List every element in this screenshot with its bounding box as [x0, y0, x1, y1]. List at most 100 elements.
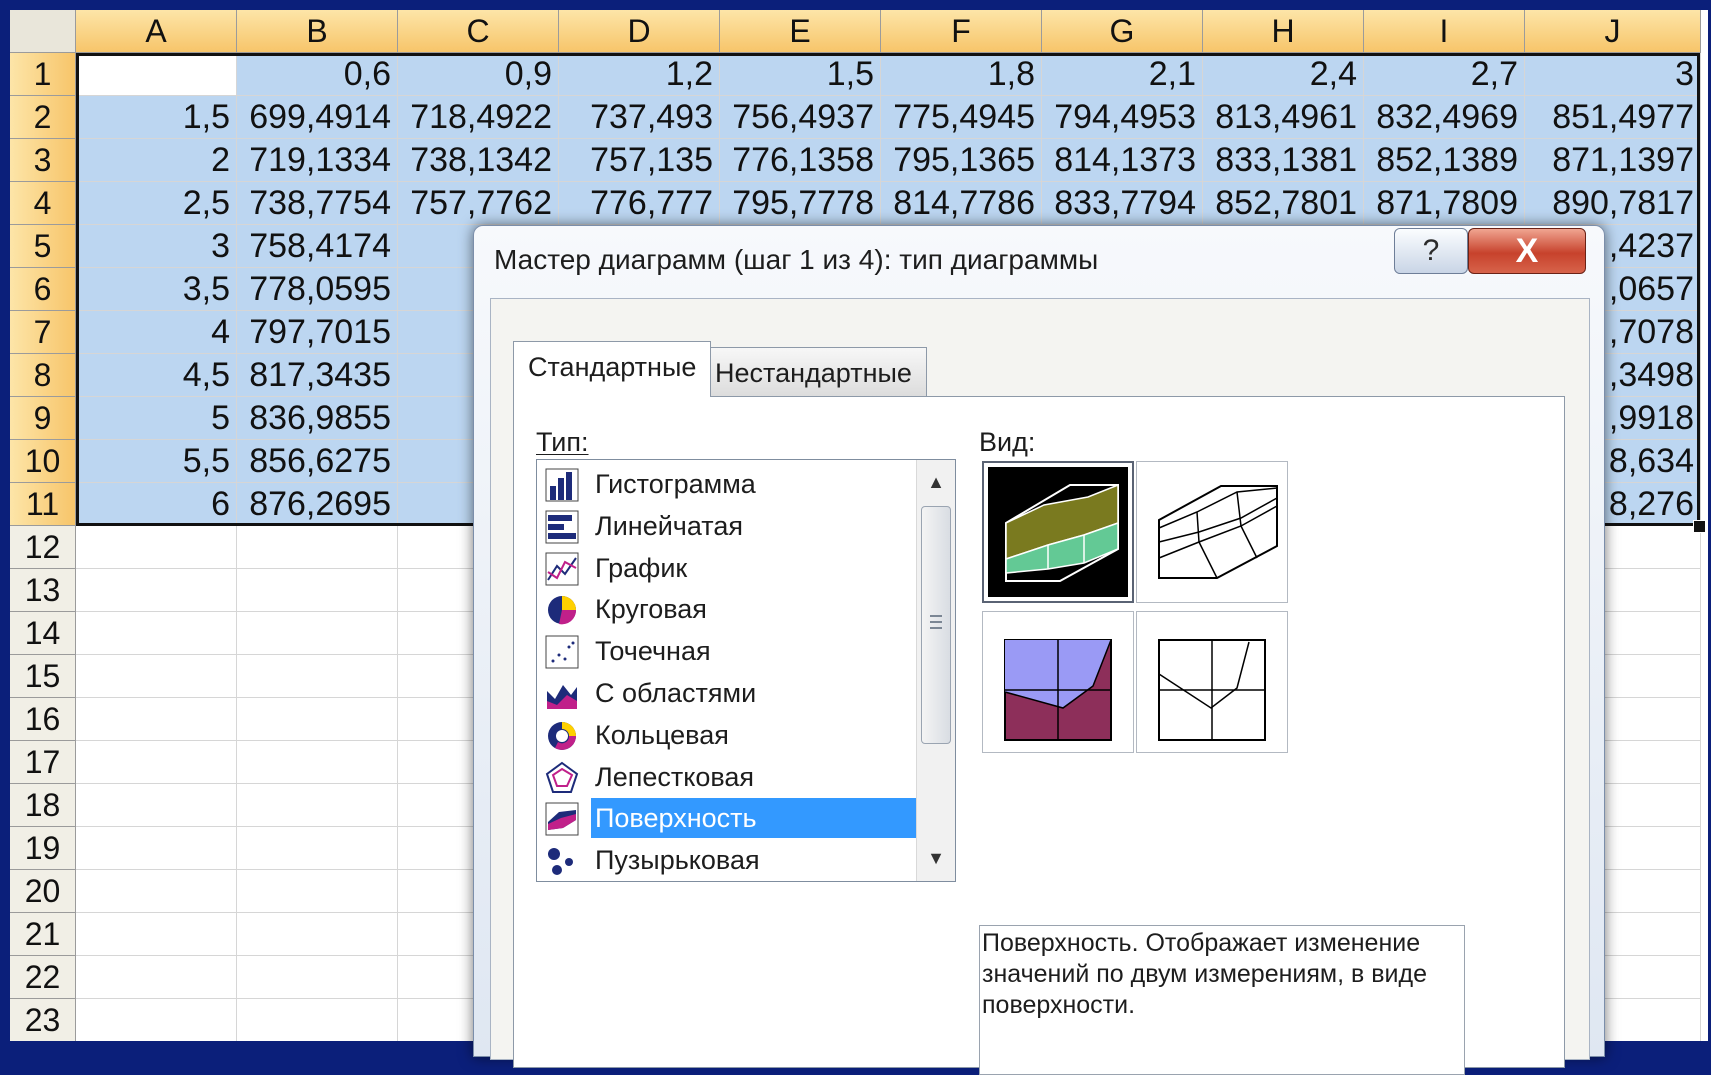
scroll-up-arrow-icon[interactable]: ▲: [917, 464, 955, 500]
cell-b16[interactable]: [237, 698, 398, 741]
cell-b7[interactable]: 797,7015: [237, 311, 398, 354]
cell-b2[interactable]: 699,4914: [237, 96, 398, 139]
cell-d2[interactable]: 737,493: [559, 96, 720, 139]
cell-b8[interactable]: 817,3435: [237, 354, 398, 397]
cell-a14[interactable]: [76, 612, 237, 655]
row-header-15[interactable]: 15: [10, 655, 76, 698]
chart-type-item[interactable]: График: [541, 548, 913, 588]
row-header-9[interactable]: 9: [10, 397, 76, 440]
cell-a17[interactable]: [76, 741, 237, 784]
cell-g4[interactable]: 833,7794: [1042, 182, 1203, 225]
cell-a12[interactable]: [76, 526, 237, 569]
cell-a6[interactable]: 3,5: [76, 268, 237, 311]
cell-a2[interactable]: 1,5: [76, 96, 237, 139]
column-header-b[interactable]: B: [237, 10, 398, 53]
row-header-6[interactable]: 6: [10, 268, 76, 311]
cell-d4[interactable]: 776,777: [559, 182, 720, 225]
cell-a8[interactable]: 4,5: [76, 354, 237, 397]
cell-e1[interactable]: 1,5: [720, 53, 881, 96]
tab-nonstandard[interactable]: Нестандартные: [700, 347, 927, 397]
row-header-10[interactable]: 10: [10, 440, 76, 483]
column-header-h[interactable]: H: [1203, 10, 1364, 53]
cell-h3[interactable]: 833,1381: [1203, 139, 1364, 182]
chart-type-item[interactable]: Гистограмма: [541, 464, 913, 504]
cell-b17[interactable]: [237, 741, 398, 784]
cell-b12[interactable]: [237, 526, 398, 569]
cell-a22[interactable]: [76, 956, 237, 999]
cell-h4[interactable]: 852,7801: [1203, 182, 1364, 225]
row-header-11[interactable]: 11: [10, 483, 76, 526]
chart-type-item[interactable]: Точечная: [541, 631, 913, 671]
row-header-12[interactable]: 12: [10, 526, 76, 569]
cell-b13[interactable]: [237, 569, 398, 612]
column-header-d[interactable]: D: [559, 10, 720, 53]
cell-b11[interactable]: 876,2695: [237, 483, 398, 526]
cell-a1[interactable]: [76, 53, 237, 96]
cell-a21[interactable]: [76, 913, 237, 956]
column-header-j[interactable]: J: [1525, 10, 1701, 53]
row-header-14[interactable]: 14: [10, 612, 76, 655]
close-button[interactable]: X: [1468, 228, 1586, 274]
cell-a19[interactable]: [76, 827, 237, 870]
row-header-17[interactable]: 17: [10, 741, 76, 784]
cell-a23[interactable]: [76, 999, 237, 1041]
cell-j1[interactable]: 3: [1525, 53, 1701, 96]
row-header-18[interactable]: 18: [10, 784, 76, 827]
cell-b14[interactable]: [237, 612, 398, 655]
row-header-4[interactable]: 4: [10, 182, 76, 225]
cell-d1[interactable]: 1,2: [559, 53, 720, 96]
cell-a10[interactable]: 5,5: [76, 440, 237, 483]
wireframe-contour-view[interactable]: [1136, 611, 1288, 753]
cell-a7[interactable]: 4: [76, 311, 237, 354]
chart-type-item[interactable]: Пузырьковая: [541, 840, 913, 880]
surface-3d-view[interactable]: [982, 461, 1134, 603]
column-header-g[interactable]: G: [1042, 10, 1203, 53]
tab-standard[interactable]: Стандартные: [513, 341, 712, 397]
cell-a15[interactable]: [76, 655, 237, 698]
chart-type-item[interactable]: Линейчатая: [541, 506, 913, 546]
cell-b1[interactable]: 0,6: [237, 53, 398, 96]
cell-c2[interactable]: 718,4922: [398, 96, 559, 139]
cell-h2[interactable]: 813,4961: [1203, 96, 1364, 139]
cell-j3[interactable]: 871,1397: [1525, 139, 1701, 182]
cell-b22[interactable]: [237, 956, 398, 999]
cell-c4[interactable]: 757,7762: [398, 182, 559, 225]
row-header-16[interactable]: 16: [10, 698, 76, 741]
cell-b15[interactable]: [237, 655, 398, 698]
column-header-e[interactable]: E: [720, 10, 881, 53]
cell-a11[interactable]: 6: [76, 483, 237, 526]
cell-a18[interactable]: [76, 784, 237, 827]
cell-b18[interactable]: [237, 784, 398, 827]
cell-a4[interactable]: 2,5: [76, 182, 237, 225]
cell-b4[interactable]: 738,7754: [237, 182, 398, 225]
help-button[interactable]: ?: [1394, 228, 1468, 274]
cell-a20[interactable]: [76, 870, 237, 913]
cell-j4[interactable]: 890,7817: [1525, 182, 1701, 225]
cell-e2[interactable]: 756,4937: [720, 96, 881, 139]
chart-type-item[interactable]: Лепестковая: [541, 757, 913, 797]
row-header-19[interactable]: 19: [10, 827, 76, 870]
chart-type-list[interactable]: Гистограмма Линейчатая График Круговая Точеч…: [536, 459, 956, 882]
cell-f4[interactable]: 814,7786: [881, 182, 1042, 225]
cell-b10[interactable]: 856,6275: [237, 440, 398, 483]
cell-d3[interactable]: 757,135: [559, 139, 720, 182]
cell-e4[interactable]: 795,7778: [720, 182, 881, 225]
cell-g1[interactable]: 2,1: [1042, 53, 1203, 96]
row-header-8[interactable]: 8: [10, 354, 76, 397]
column-header-a[interactable]: A: [76, 10, 237, 53]
row-header-20[interactable]: 20: [10, 870, 76, 913]
cell-i2[interactable]: 832,4969: [1364, 96, 1525, 139]
cell-j2[interactable]: 851,4977: [1525, 96, 1701, 139]
cell-b23[interactable]: [237, 999, 398, 1041]
cell-b21[interactable]: [237, 913, 398, 956]
scroll-down-arrow-icon[interactable]: ▼: [917, 840, 955, 876]
cell-c3[interactable]: 738,1342: [398, 139, 559, 182]
cell-b6[interactable]: 778,0595: [237, 268, 398, 311]
row-header-2[interactable]: 2: [10, 96, 76, 139]
cell-i4[interactable]: 871,7809: [1364, 182, 1525, 225]
wireframe-3d-view[interactable]: [1136, 461, 1288, 603]
chart-type-item[interactable]: Кольцевая: [541, 715, 913, 755]
cell-b5[interactable]: 758,4174: [237, 225, 398, 268]
cell-b3[interactable]: 719,1334: [237, 139, 398, 182]
select-all-corner[interactable]: [10, 10, 76, 53]
